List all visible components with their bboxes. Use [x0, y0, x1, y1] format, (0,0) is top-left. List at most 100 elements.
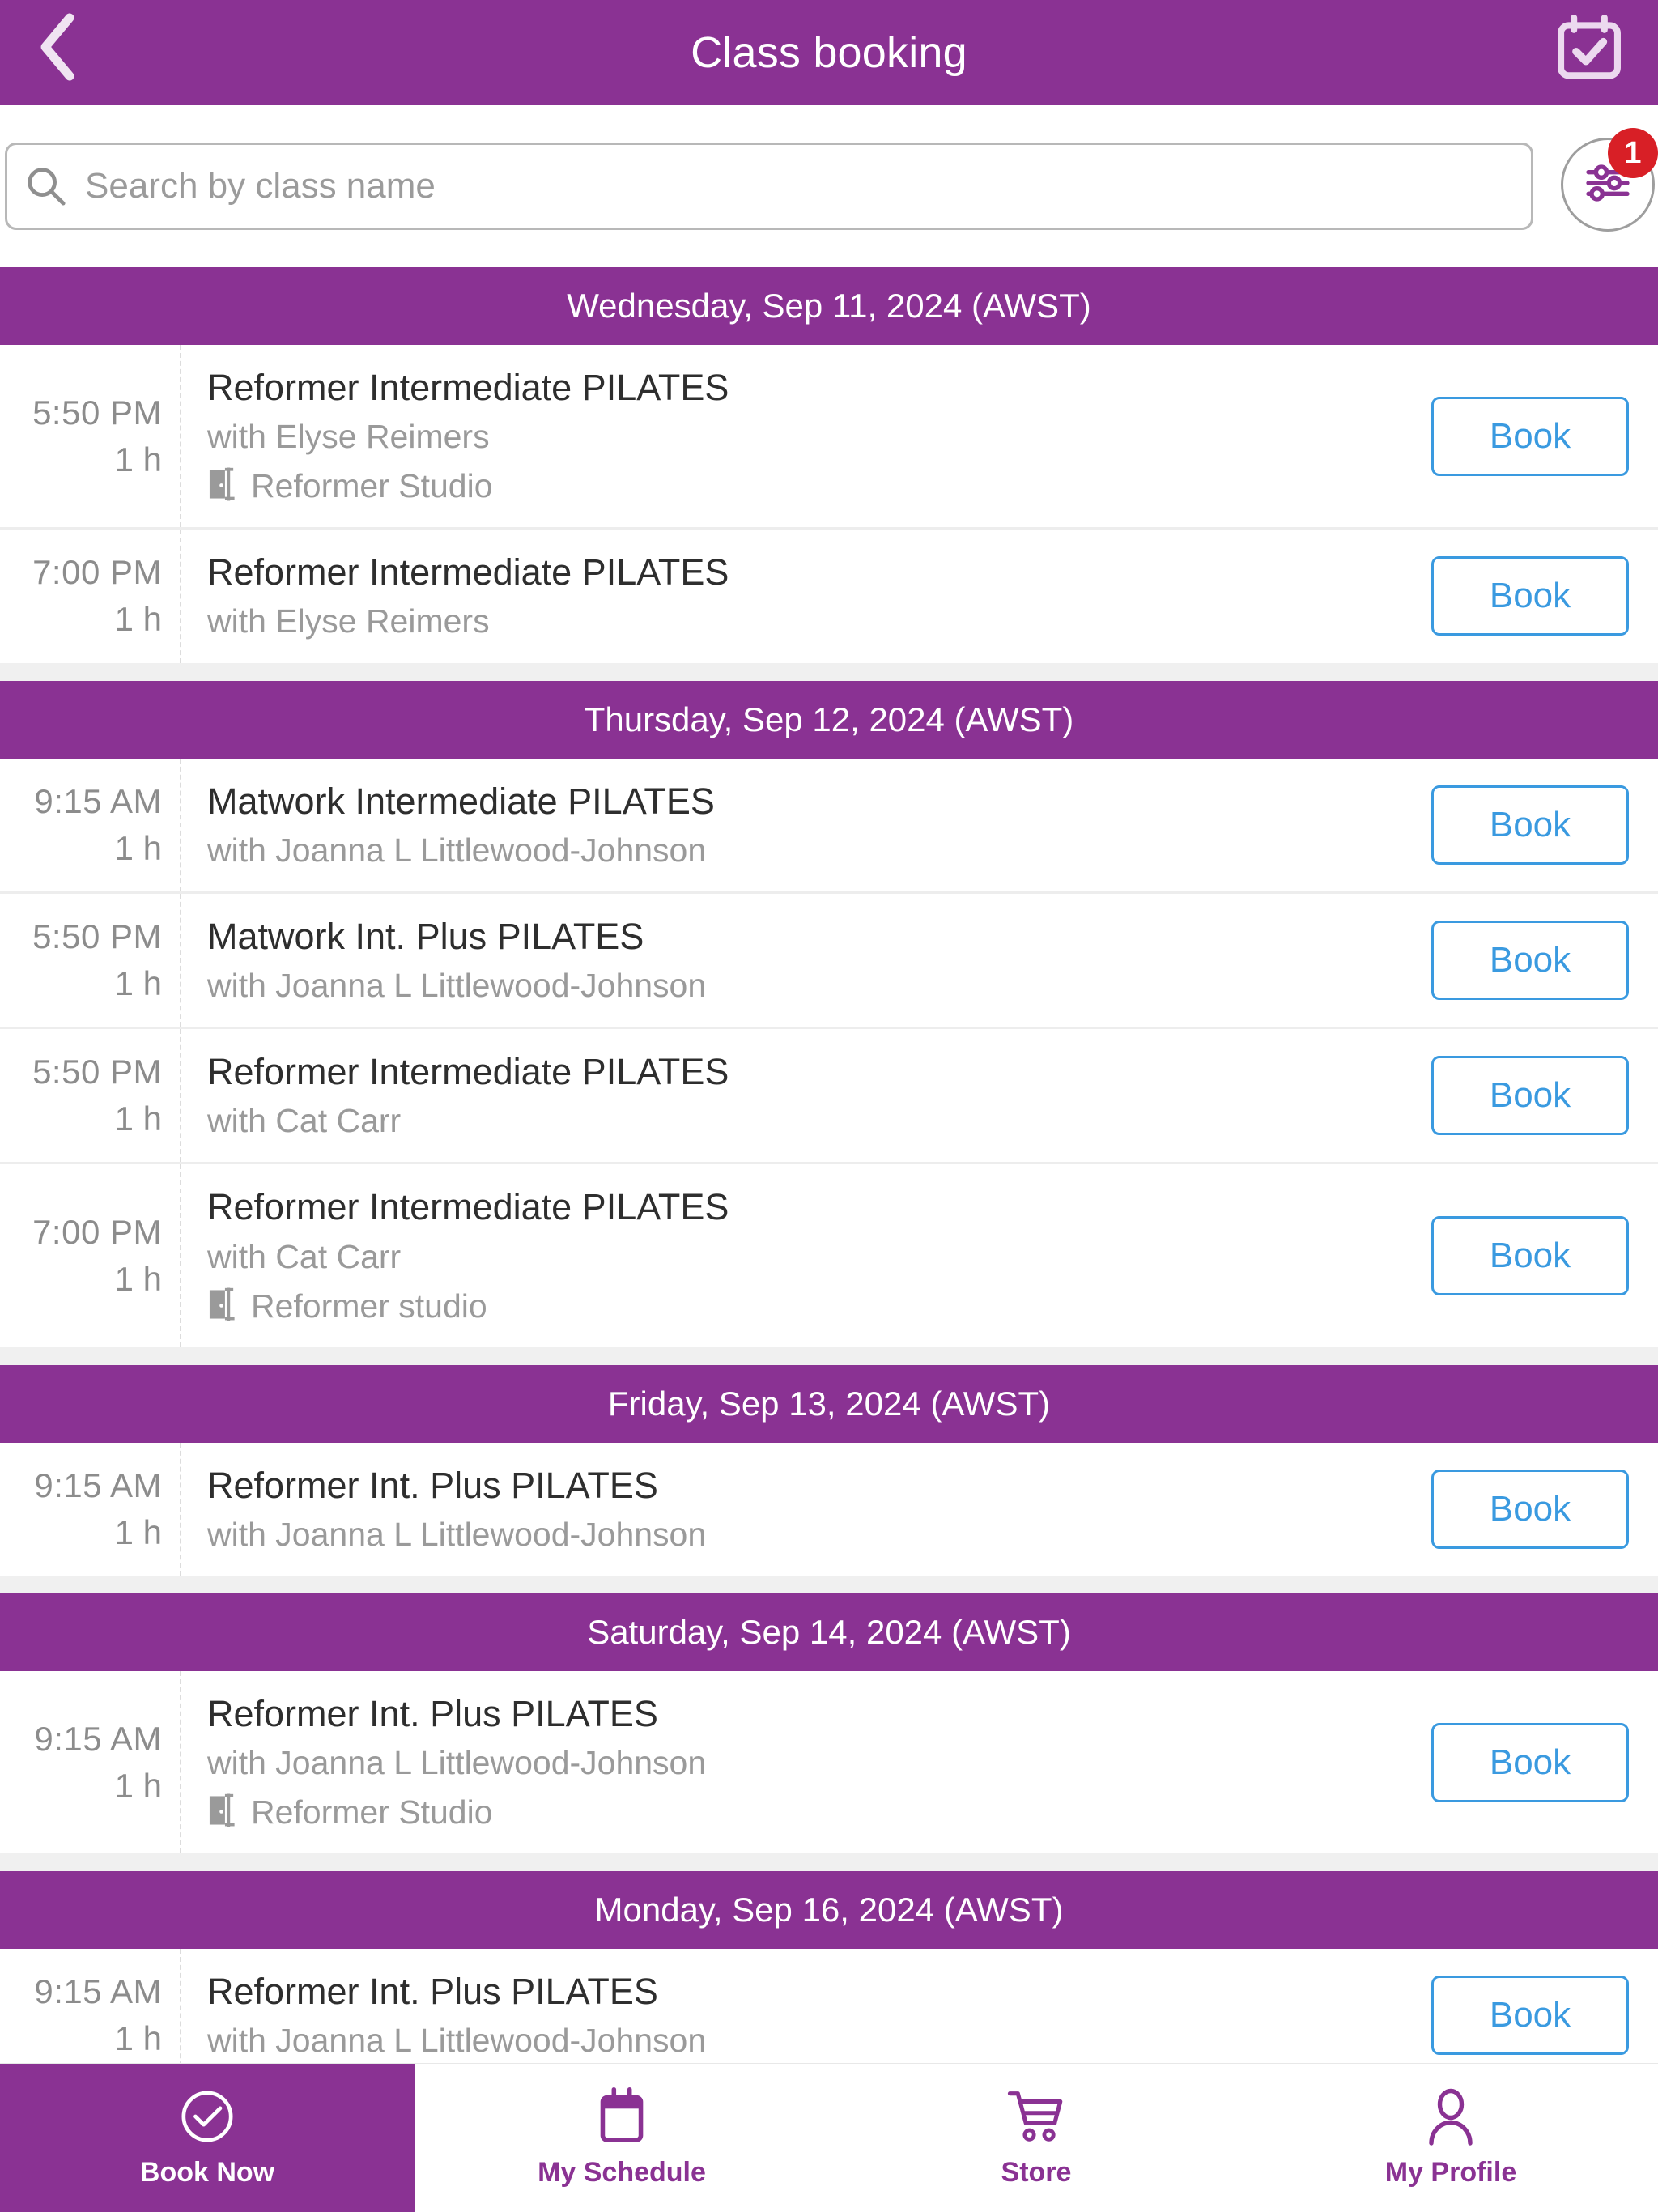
book-button[interactable]: Book	[1431, 1976, 1629, 2056]
check-circle-icon	[179, 2087, 236, 2146]
nav-item-store[interactable]: Store	[829, 2064, 1244, 2212]
class-list[interactable]: Wednesday, Sep 11, 2024 (AWST) 5:50 PM 1 h…	[0, 267, 1658, 2063]
nav-item-label: My Profile	[1384, 2157, 1517, 2188]
class-duration: 1 h	[114, 1260, 162, 1299]
class-start-time: 9:15 AM	[34, 1465, 162, 1504]
class-info-column: Reformer Int. Plus PILATES with Joanna L …	[181, 1671, 1415, 1853]
class-info-column: Matwork Int. Plus PILATES with Joanna L L…	[181, 894, 1415, 1027]
day-header: Wednesday, Sep 11, 2024 (AWST)	[0, 267, 1658, 345]
nav-item-my-profile[interactable]: My Profile	[1244, 2064, 1658, 2212]
door-room-icon	[207, 466, 238, 506]
day-group: 9:15 AM 1 h Matwork Intermediate PILATES wi…	[0, 758, 1658, 1347]
book-button[interactable]: Book	[1431, 785, 1629, 865]
book-button[interactable]: Book	[1431, 556, 1629, 636]
class-name: Reformer Intermediate PILATES	[207, 1186, 729, 1228]
class-row[interactable]: 5:50 PM 1 h Reformer Intermediate PILATES w…	[0, 1029, 1658, 1165]
book-button[interactable]: Book	[1431, 920, 1629, 1000]
class-instructor: with Cat Carr	[207, 1102, 402, 1140]
group-separator	[0, 1575, 1658, 1593]
class-time-column: 9:15 AM 1 h	[5, 1949, 181, 2063]
person-icon	[1424, 2087, 1477, 2146]
book-button[interactable]: Book	[1431, 1216, 1629, 1296]
class-row[interactable]: 7:00 PM 1 h Reformer Intermediate PILATES w…	[0, 1164, 1658, 1347]
class-action-column: Book	[1415, 894, 1658, 1027]
class-time-column: 5:50 PM 1 h	[5, 893, 181, 1027]
class-row[interactable]: 7:00 PM 1 h Reformer Intermediate PILATES w…	[0, 530, 1658, 663]
class-instructor: with Joanna L Littlewood-Johnson	[207, 966, 707, 1004]
nav-item-book-now[interactable]: Book Now	[0, 2064, 414, 2212]
class-name: Reformer Intermediate PILATES	[207, 551, 729, 593]
search-icon	[25, 165, 67, 207]
group-separator	[0, 1853, 1658, 1872]
book-button[interactable]: Book	[1431, 1056, 1629, 1136]
class-action-column: Book	[1415, 1164, 1658, 1346]
cart-icon	[1006, 2087, 1066, 2146]
search-toolbar: 1	[0, 105, 1658, 267]
class-start-time: 9:15 AM	[34, 781, 162, 820]
class-row[interactable]: 5:50 PM 1 h Reformer Intermediate PILATES w…	[0, 345, 1658, 530]
class-room: Reformer studio	[207, 1287, 1399, 1326]
day-header: Friday, Sep 13, 2024 (AWST)	[0, 1364, 1658, 1443]
class-action-column: Book	[1415, 530, 1658, 662]
day-header: Thursday, Sep 12, 2024 (AWST)	[0, 680, 1658, 759]
calendar-check-button[interactable]	[1545, 6, 1634, 96]
class-row[interactable]: 9:15 AM 1 h Matwork Intermediate PILATES wi…	[0, 758, 1658, 894]
class-time-column: 9:15 AM 1 h	[5, 1670, 181, 1854]
class-name: Reformer Int. Plus PILATES	[207, 1971, 658, 2013]
day-group: 9:15 AM 1 h Reformer Int. Plus PILATES with…	[0, 1442, 1658, 1576]
class-instructor: with Joanna L Littlewood-Johnson	[207, 1515, 707, 1553]
class-action-column: Book	[1415, 345, 1658, 527]
door-room-icon	[207, 1793, 238, 1832]
door-room-icon	[207, 1287, 238, 1326]
class-time-column: 9:15 AM 1 h	[5, 1442, 181, 1576]
class-row[interactable]: 9:15 AM 1 h Reformer Int. Plus PILATES with…	[0, 1442, 1658, 1576]
search-field-container[interactable]	[5, 143, 1533, 230]
class-action-column: Book	[1415, 759, 1658, 891]
class-action-column: Book	[1415, 1671, 1658, 1853]
class-instructor: with Joanna L Littlewood-Johnson	[207, 2022, 707, 2060]
class-action-column: Book	[1415, 1029, 1658, 1162]
calendar-check-icon	[1554, 14, 1624, 88]
page-title: Class booking	[691, 28, 967, 77]
book-button[interactable]: Book	[1431, 1722, 1629, 1802]
class-time-column: 7:00 PM 1 h	[5, 530, 181, 663]
class-row[interactable]: 9:15 AM 1 h Reformer Int. Plus PILATES with…	[0, 1670, 1658, 1854]
class-room: Reformer Studio	[207, 1793, 1399, 1832]
class-time-column: 5:50 PM 1 h	[5, 345, 181, 528]
class-info-column: Reformer Intermediate PILATES with Cat Ca…	[181, 1029, 1415, 1162]
book-button[interactable]: Book	[1431, 396, 1629, 476]
class-row[interactable]: 9:15 AM 1 h Reformer Int. Plus PILATES with…	[0, 1949, 1658, 2063]
class-instructor: with Joanna L Littlewood-Johnson	[207, 831, 707, 869]
class-name: Reformer Intermediate PILATES	[207, 367, 729, 408]
class-time-column: 9:15 AM 1 h	[5, 758, 181, 891]
class-duration: 1 h	[114, 600, 162, 639]
class-duration: 1 h	[114, 963, 162, 1002]
class-room-label: Reformer studio	[251, 1287, 487, 1325]
class-start-time: 7:00 PM	[32, 1213, 162, 1252]
class-time-column: 7:00 PM 1 h	[5, 1164, 181, 1347]
chevron-left-icon	[37, 13, 76, 85]
class-name: Reformer Intermediate PILATES	[207, 1051, 729, 1093]
back-button[interactable]	[8, 0, 105, 97]
day-group: 5:50 PM 1 h Reformer Intermediate PILATES w…	[0, 345, 1658, 663]
day-group: 9:15 AM 1 h Reformer Int. Plus PILATES with…	[0, 1949, 1658, 2063]
class-info-column: Reformer Intermediate PILATES with Elyse …	[181, 345, 1415, 527]
class-start-time: 5:50 PM	[32, 1053, 162, 1091]
class-room-label: Reformer Studio	[251, 467, 493, 505]
nav-item-label: Book Now	[139, 2157, 275, 2188]
class-name: Matwork Intermediate PILATES	[207, 780, 715, 822]
class-instructor: with Joanna L Littlewood-Johnson	[207, 1744, 707, 1782]
class-instructor: with Cat Carr	[207, 1237, 402, 1275]
search-input[interactable]	[85, 166, 1461, 206]
class-action-column: Book	[1415, 1443, 1658, 1576]
class-room: Reformer Studio	[207, 466, 1399, 506]
class-start-time: 9:15 AM	[34, 1972, 162, 2011]
class-start-time: 5:50 PM	[32, 393, 162, 432]
class-row[interactable]: 5:50 PM 1 h Matwork Int. Plus PILATES with …	[0, 893, 1658, 1030]
class-name: Matwork Int. Plus PILATES	[207, 915, 644, 957]
bottom-navigation: Book Now My Schedule Store My Profile	[0, 2063, 1658, 2212]
nav-item-label: My Schedule	[538, 2157, 706, 2188]
class-info-column: Matwork Intermediate PILATES with Joanna …	[181, 759, 1415, 891]
nav-item-my-schedule[interactable]: My Schedule	[414, 2064, 829, 2212]
book-button[interactable]: Book	[1431, 1469, 1629, 1549]
